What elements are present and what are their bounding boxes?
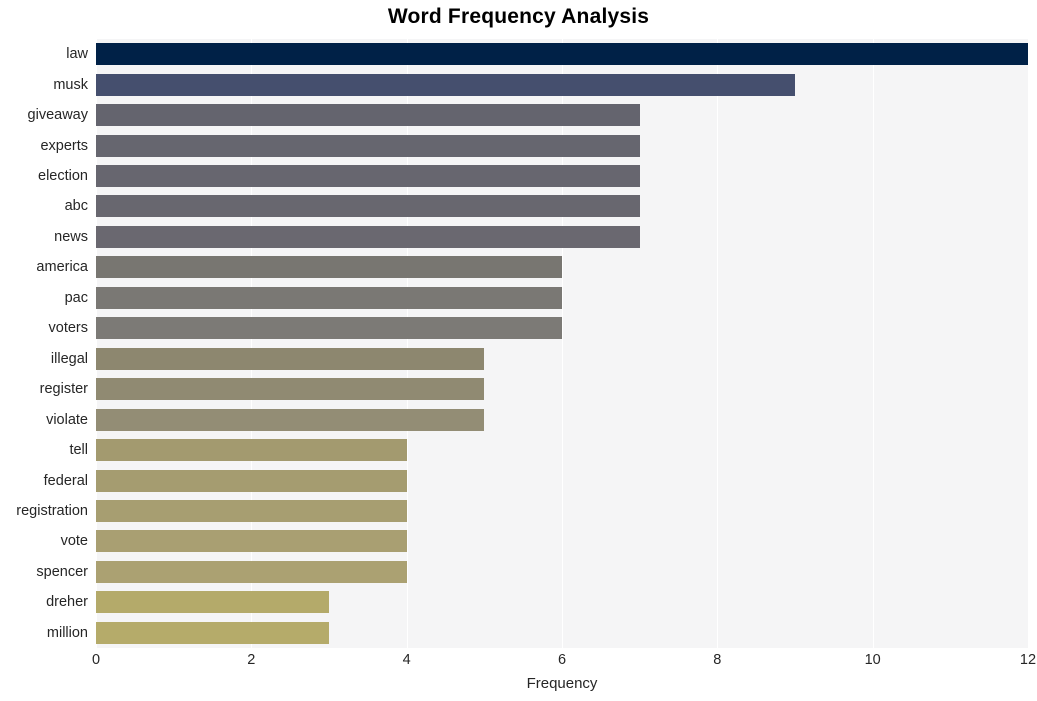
x-tick-label: 0 [91,652,101,668]
y-tick-label: federal [43,472,88,489]
y-tick-label: news [54,228,88,245]
bar[interactable] [96,469,407,492]
y-tick-label: tell [69,442,88,459]
x-tick-label: 12 [1019,652,1037,668]
y-tick-label: pac [64,289,88,306]
bar[interactable] [96,591,329,614]
y-tick-label: election [38,168,88,185]
y-tick-label: giveaway [27,107,88,124]
bar[interactable] [96,225,640,248]
bar[interactable] [96,408,485,431]
x-axis-tick-labels: 0 2 4 6 8 10 12 [0,652,1037,676]
y-tick-label: registration [16,502,88,519]
y-tick-label: america [36,259,88,276]
bar[interactable] [96,134,640,157]
y-tick-label: experts [40,137,88,154]
gridline-x-12 [1028,39,1029,648]
x-tick-label: 10 [864,652,881,668]
x-tick-label: 4 [402,652,411,668]
x-axis-title: Frequency [526,675,598,692]
bar[interactable] [96,347,485,370]
bar[interactable] [96,43,1028,66]
bar[interactable] [96,439,407,462]
bars-layer [96,39,1028,648]
bar[interactable] [96,621,329,644]
y-tick-label: abc [64,198,88,215]
bar[interactable] [96,530,407,553]
bar[interactable] [96,165,640,188]
y-tick-label: vote [60,533,88,550]
x-tick-label: 6 [557,652,567,668]
y-tick-label: register [39,381,88,398]
chart-title: Word Frequency Analysis [387,5,650,28]
bar[interactable] [96,256,562,279]
y-tick-label: spencer [36,563,88,580]
bar[interactable] [96,317,562,340]
x-tick-label: 8 [713,652,722,668]
y-tick-label: million [46,624,88,641]
x-tick-label: 2 [247,652,256,668]
y-tick-label: illegal [50,350,88,367]
y-tick-label: law [66,46,88,63]
y-axis-tick-labels: law musk giveaway experts election abc news ame… [0,39,88,648]
bar[interactable] [96,286,562,309]
y-tick-label: violate [46,411,88,428]
bar[interactable] [96,378,485,401]
bar[interactable] [96,499,407,522]
y-tick-label: voters [48,320,89,337]
plot-area [96,39,1029,648]
bar[interactable] [96,195,640,218]
word-frequency-chart: Word Frequency Analysis law musk giveaway e… [0,0,1037,701]
y-tick-label: dreher [46,594,88,611]
bar[interactable] [96,73,795,96]
bar[interactable] [96,560,407,583]
bar[interactable] [96,104,640,127]
y-tick-label: musk [53,76,88,93]
